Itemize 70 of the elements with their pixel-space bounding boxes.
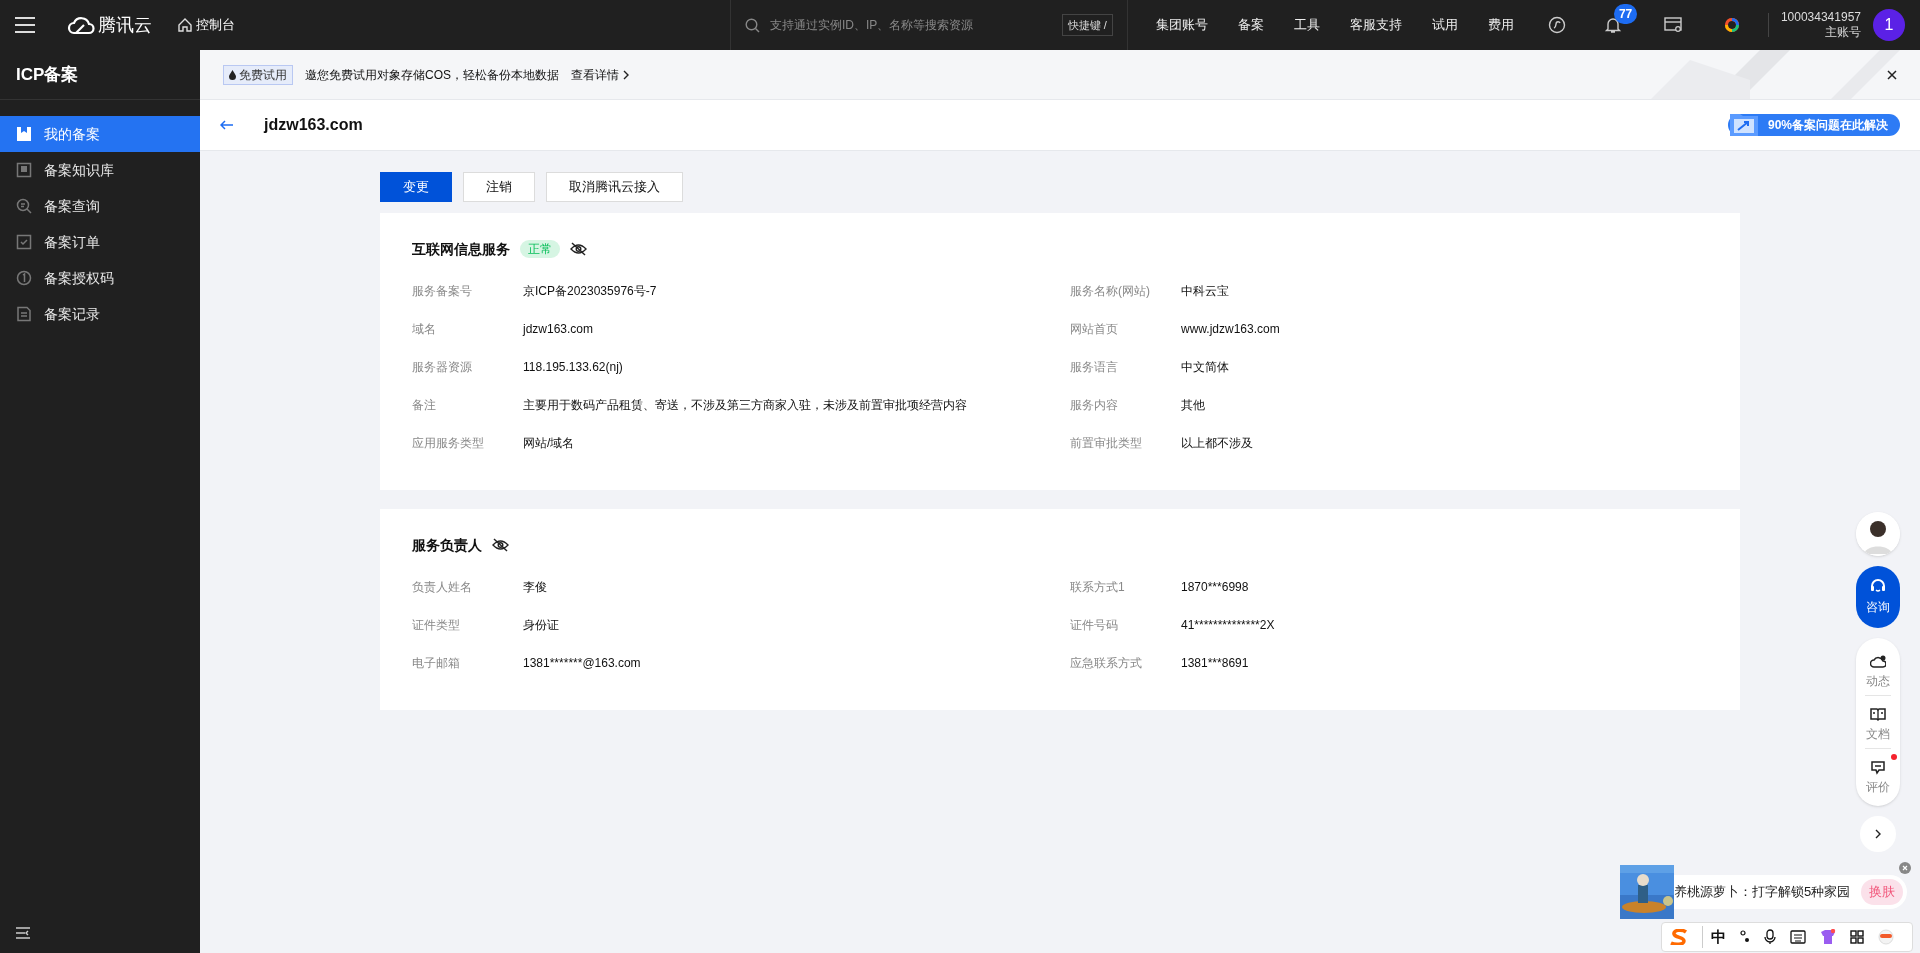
- nav-link[interactable]: 费用: [1487, 15, 1514, 35]
- account-role[interactable]: 主账号: [1825, 25, 1861, 40]
- field-value: 1870***6998: [1181, 579, 1249, 596]
- tool-item[interactable]: 评价: [1859, 754, 1897, 796]
- sidebar-item[interactable]: 备案知识库: [0, 152, 200, 188]
- status-tag: 正常: [520, 240, 560, 258]
- notification-badge: 77: [1613, 4, 1638, 24]
- help-badge[interactable]: 90%备案问题在此解决: [1727, 114, 1900, 136]
- nav-link[interactable]: 集团账号: [1155, 15, 1208, 35]
- field-value: 其他: [1181, 397, 1205, 414]
- sidebar-item[interactable]: 备案记录: [0, 296, 200, 332]
- field-label: 证件类型: [412, 617, 461, 634]
- field-value: 身份证: [523, 617, 559, 634]
- field-label: 备注: [412, 397, 437, 414]
- field-label: 证件号码: [1070, 617, 1119, 634]
- sidebar-item[interactable]: 备案授权码: [0, 260, 200, 296]
- field-label: 服务备案号: [412, 283, 473, 300]
- field-value: 京ICP备2023035976号-7: [523, 283, 657, 300]
- nav-link[interactable]: 工具: [1293, 15, 1320, 35]
- field-label: 电子邮箱: [412, 655, 461, 672]
- section-title: 服务负责人: [412, 535, 482, 555]
- field-label: 联系方式1: [1070, 579, 1126, 596]
- field-value: jdzw163.com: [523, 321, 594, 338]
- nav-link[interactable]: 备案: [1237, 15, 1264, 35]
- page-title: jdzw163.com: [264, 115, 363, 135]
- field-value: 网站/域名: [523, 435, 575, 452]
- action-button[interactable]: 注销: [463, 172, 535, 202]
- field-value: 主要用于数码产品租赁、寄送，不涉及第三方商家入驻，未涉及前置审批项经营内容: [523, 397, 967, 414]
- field-label: 应急联系方式: [1070, 655, 1143, 672]
- field-value: www.jdzw163.com: [1181, 321, 1280, 338]
- console-link[interactable]: 控制台: [196, 15, 235, 35]
- sidebar-title: ICP备案: [16, 63, 79, 86]
- sidebar-item[interactable]: 备案订单: [0, 224, 200, 260]
- field-label: 负责人姓名: [412, 579, 473, 596]
- brand-name[interactable]: 腾讯云: [98, 11, 152, 39]
- section-title: 互联网信息服务: [412, 239, 510, 259]
- input-mode-toggle[interactable]: 中: [1702, 925, 1726, 949]
- field-value: 中科云宝: [1181, 283, 1229, 300]
- action-button[interactable]: 变更: [380, 172, 452, 202]
- account-id[interactable]: 100034341957: [1780, 10, 1861, 25]
- field-label: 前置审批类型: [1070, 435, 1143, 452]
- field-label: 服务器资源: [412, 359, 473, 376]
- search-field[interactable]: 支持通过实例ID、IP、名称等搜索资源: [769, 16, 1062, 34]
- sidebar-item[interactable]: 我的备案: [0, 116, 200, 152]
- tool-item[interactable]: 文档: [1859, 701, 1897, 743]
- field-value: 118.195.133.62(nj): [523, 359, 623, 376]
- field-label: 域名: [412, 321, 437, 338]
- action-button[interactable]: 取消腾讯云接入: [546, 172, 683, 202]
- trial-tag: 免费试用: [223, 64, 293, 85]
- shortcut-hint: 快捷键 /: [1061, 13, 1113, 37]
- sidebar-item[interactable]: 备案查询: [0, 188, 200, 224]
- field-label: 网站首页: [1070, 321, 1119, 338]
- banner-text: 邀您免费试用对象存储COS，轻松备份本地数据: [305, 66, 559, 84]
- field-label: 应用服务类型: [412, 435, 485, 452]
- field-label: 服务名称(网站): [1070, 283, 1151, 300]
- tool-item[interactable]: 动态: [1859, 648, 1897, 690]
- ime-promo-text: 养桃源萝卜：打字解锁5种家园: [1674, 883, 1851, 902]
- nav-link[interactable]: 客服支持: [1349, 15, 1402, 35]
- field-label: 服务内容: [1070, 397, 1119, 414]
- consult-button[interactable]: 咨询: [1856, 566, 1900, 628]
- details-link[interactable]: 查看详情: [571, 65, 629, 84]
- field-label: 服务语言: [1070, 359, 1119, 376]
- field-value: 1381***8691: [1181, 655, 1249, 672]
- field-value: 41**************2X: [1181, 617, 1275, 634]
- field-value: 中文简体: [1181, 359, 1229, 376]
- field-value: 1381*******@163.com: [523, 655, 641, 672]
- nav-link[interactable]: 试用: [1431, 15, 1458, 35]
- avatar[interactable]: 1: [1873, 9, 1905, 41]
- field-value: 李俊: [523, 579, 547, 596]
- field-value: 以上都不涉及: [1181, 435, 1253, 452]
